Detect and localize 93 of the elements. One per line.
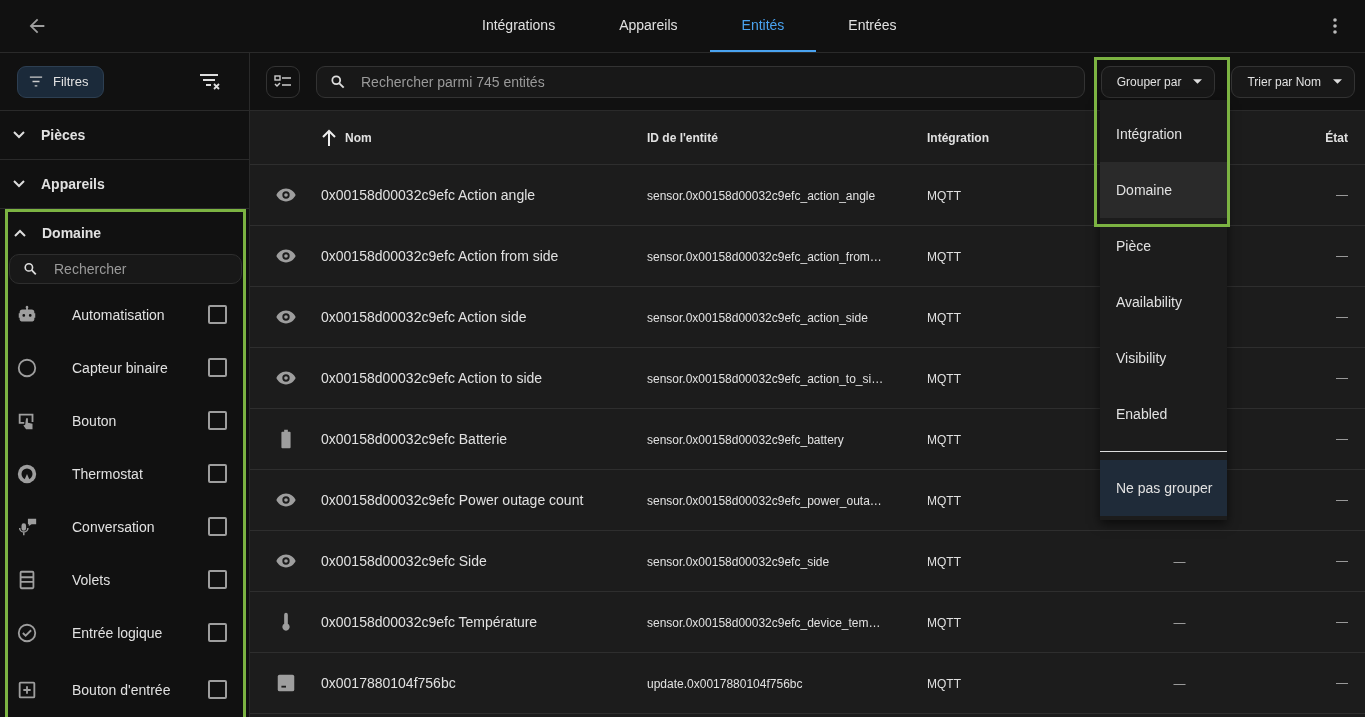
entity-name: 0x0017880104f756bc bbox=[321, 675, 456, 691]
integration-name: MQTT bbox=[927, 677, 961, 691]
chevron-down-icon bbox=[13, 131, 25, 139]
chevron-down-icon bbox=[13, 180, 25, 188]
chevron-up-icon bbox=[14, 229, 26, 237]
entity-name: 0x00158d00032c9efc Action to side bbox=[321, 370, 543, 386]
integration-name: MQTT bbox=[927, 311, 961, 325]
domain-label: Volets bbox=[72, 571, 112, 588]
entity-id: sensor.0x00158d00032c9efc_action_side bbox=[647, 311, 868, 325]
checklist-icon bbox=[274, 74, 292, 89]
entity-name: 0x00158d00032c9efc Action from side bbox=[321, 248, 559, 264]
entity-id: sensor.0x00158d00032c9efc_action_from… bbox=[647, 250, 882, 264]
state-value: — bbox=[1336, 615, 1348, 629]
gauge-icon bbox=[16, 462, 38, 485]
entity-id: sensor.0x00158d00032c9efc_side bbox=[647, 555, 830, 569]
checkbox[interactable] bbox=[208, 411, 227, 430]
checkbox[interactable] bbox=[208, 305, 227, 324]
entity-id: sensor.0x00158d00032c9efc_battery bbox=[647, 433, 844, 447]
checkbox[interactable] bbox=[208, 623, 227, 642]
check-icon bbox=[16, 621, 38, 644]
domain-label: Automatisation bbox=[72, 306, 166, 323]
search-field[interactable]: Rechercher bbox=[9, 254, 242, 284]
tab[interactable]: Entrées bbox=[816, 0, 929, 52]
checkbox[interactable] bbox=[208, 517, 227, 536]
tab[interactable]: Intégrations bbox=[450, 0, 588, 52]
column-header[interactable]: État bbox=[1325, 130, 1348, 145]
empty-value: — bbox=[1173, 677, 1186, 691]
domain-label: Capteur binaire bbox=[72, 359, 169, 376]
state-value: — bbox=[1336, 188, 1348, 202]
menu-item[interactable]: Visibility bbox=[1100, 330, 1227, 386]
entity-id: update.0x0017880104f756bc bbox=[647, 677, 803, 691]
search-icon bbox=[24, 262, 37, 276]
state-value: — bbox=[1336, 554, 1348, 568]
filter-section-header[interactable]: Domaine bbox=[8, 212, 243, 254]
checkbox[interactable] bbox=[208, 680, 227, 699]
filter-section-header[interactable]: Appareils bbox=[0, 160, 249, 208]
filters-button[interactable]: Filtres bbox=[17, 65, 105, 98]
empty-value: — bbox=[1173, 555, 1186, 569]
entity-id: sensor.0x00158d00032c9efc_action_angle bbox=[647, 189, 876, 203]
integration-name: MQTT bbox=[927, 616, 961, 630]
column-header[interactable]: Nom bbox=[321, 128, 372, 147]
state-value: — bbox=[1336, 432, 1348, 446]
integration-name: MQTT bbox=[927, 494, 961, 508]
column-header[interactable]: ID de l'entité bbox=[647, 130, 718, 145]
group-by-button[interactable]: Grouper par bbox=[1100, 65, 1216, 98]
filter-icon bbox=[29, 76, 43, 87]
menu-item[interactable]: Domaine bbox=[1100, 162, 1227, 218]
entity-name: 0x00158d00032c9efc Température bbox=[321, 614, 538, 630]
state-value: — bbox=[1336, 310, 1348, 324]
filter-section-header[interactable]: Pièces bbox=[0, 111, 249, 159]
state-value: — bbox=[1336, 676, 1348, 690]
empty-value: — bbox=[1173, 616, 1186, 630]
column-header[interactable]: Intégration bbox=[927, 130, 989, 145]
menu-item[interactable]: Ne pas grouper bbox=[1100, 460, 1227, 516]
entity-id: sensor.0x00158d00032c9efc_power_outa… bbox=[647, 494, 882, 508]
entity-name: 0x00158d00032c9efc Side bbox=[321, 553, 487, 569]
search-field[interactable]: Rechercher parmi 745 entités bbox=[316, 65, 1085, 98]
checkbox[interactable] bbox=[208, 570, 227, 589]
state-value: — bbox=[1336, 371, 1348, 385]
entity-name: 0x00158d00032c9efc Power outage count bbox=[321, 492, 584, 508]
menu-item[interactable]: Pièce bbox=[1100, 218, 1227, 274]
entity-name: 0x00158d00032c9efc Action side bbox=[321, 309, 527, 325]
tab[interactable]: Appareils bbox=[587, 0, 710, 52]
clear-filter-icon[interactable] bbox=[199, 72, 221, 91]
state-value: — bbox=[1336, 493, 1348, 507]
domain-label: Bouton bbox=[72, 412, 118, 429]
checkbox[interactable] bbox=[208, 358, 227, 377]
select-mode-button[interactable] bbox=[266, 65, 300, 98]
state-value: — bbox=[1336, 249, 1348, 263]
more-icon[interactable] bbox=[1333, 18, 1337, 34]
integration-name: MQTT bbox=[927, 372, 961, 386]
sort-ascending-icon bbox=[321, 128, 337, 147]
menu-item[interactable]: Availability bbox=[1100, 274, 1227, 330]
sort-button[interactable]: Trier par Nom bbox=[1231, 65, 1355, 98]
menu-item[interactable]: Intégration bbox=[1100, 106, 1227, 162]
integration-name: MQTT bbox=[927, 555, 961, 569]
domain-label: Bouton d'entrée bbox=[72, 681, 172, 698]
integration-name: MQTT bbox=[927, 250, 961, 264]
caret-icon bbox=[1193, 79, 1203, 84]
entity-id: sensor.0x00158d00032c9efc_action_to_si… bbox=[647, 372, 884, 386]
circle-icon bbox=[16, 356, 38, 379]
entity-id: sensor.0x00158d00032c9efc_device_tem… bbox=[647, 616, 881, 630]
entity-name: 0x00158d00032c9efc Action angle bbox=[321, 187, 536, 203]
integration-name: MQTT bbox=[927, 189, 961, 203]
domain-label: Thermostat bbox=[72, 465, 144, 482]
checkbox[interactable] bbox=[208, 464, 227, 483]
menu-item[interactable]: Enabled bbox=[1100, 386, 1227, 442]
entity-name: 0x00158d00032c9efc Batterie bbox=[321, 431, 508, 447]
domain-label: Conversation bbox=[72, 518, 156, 535]
domain-label: Entrée logique bbox=[72, 624, 164, 641]
caret-icon bbox=[1333, 79, 1342, 84]
integration-name: MQTT bbox=[927, 433, 961, 447]
search-icon bbox=[331, 74, 345, 89]
